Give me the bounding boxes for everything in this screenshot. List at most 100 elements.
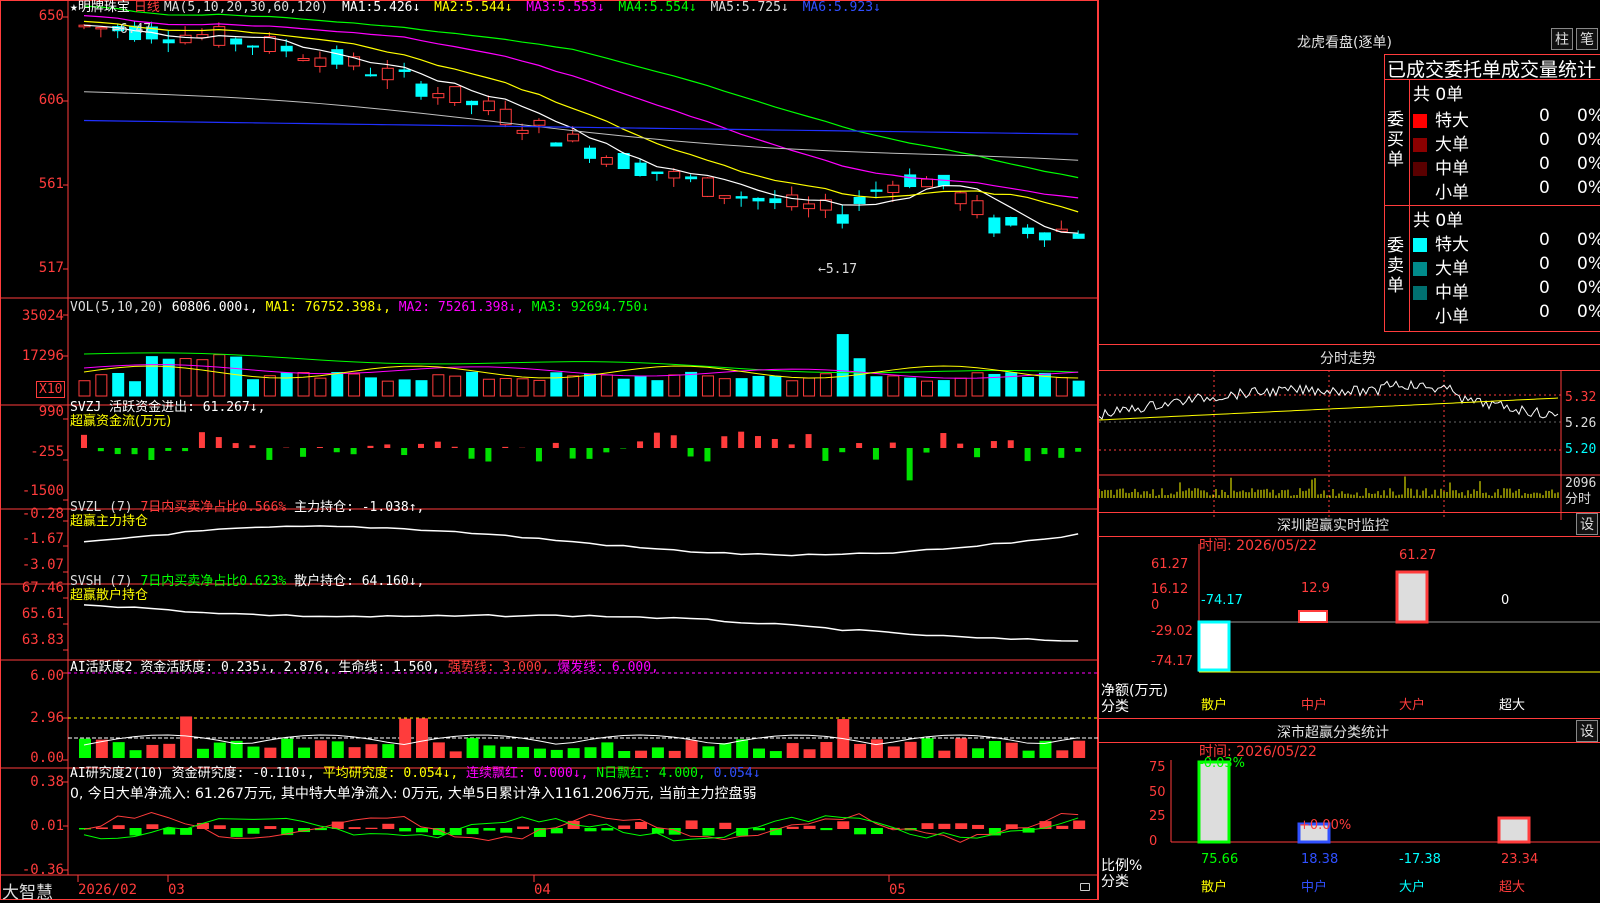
activity-bar	[736, 739, 748, 758]
ai-research-axis-label: -0.36	[2, 862, 64, 878]
fund-flow-bar	[1041, 448, 1047, 454]
classify-change-label: +0.00%	[1299, 818, 1351, 834]
svzl-axis-label: -0.28	[2, 506, 64, 522]
candle-body	[450, 87, 461, 103]
price-axis-label: 606	[2, 92, 64, 108]
research-bar	[248, 828, 260, 834]
research-bar	[871, 828, 883, 834]
fund-flow-bar	[957, 444, 963, 448]
ma2-label: MA2:	[434, 0, 465, 15]
volume-bar	[113, 373, 124, 396]
fund-flow-bar	[250, 445, 256, 448]
research-bar	[264, 826, 276, 829]
candle-body	[753, 198, 764, 200]
candle-body	[871, 190, 882, 191]
volume-bar	[551, 373, 562, 396]
main-chart-area[interactable]: ★明牌珠宝日线MA(5,10,20,30,60,120) MA1:5.426↓ …	[0, 0, 1098, 900]
volume-bar	[79, 381, 90, 396]
intraday-chart-svg[interactable]	[1099, 370, 1600, 520]
vol-ma2: MA2: 75261.398↓,	[399, 300, 524, 315]
classify-value-label: -17.38	[1399, 852, 1441, 868]
fund-flow-bar	[991, 441, 997, 448]
fund-flow-bar	[485, 448, 491, 461]
volume-bar	[585, 374, 596, 396]
candle-body	[635, 163, 646, 175]
fund-flow-bar	[974, 448, 980, 457]
fund-flow-bar	[199, 432, 205, 448]
activity-bar	[483, 745, 495, 758]
activity-bar	[618, 751, 630, 758]
fund-flow-bar	[233, 443, 239, 448]
activity-bar	[467, 738, 479, 758]
ma3-label: MA3:	[526, 0, 557, 15]
bar-mode-button[interactable]: 柱	[1551, 28, 1573, 50]
fund-flow-bar	[772, 439, 778, 448]
candle-body	[770, 199, 781, 203]
svsh-ratio: 7日内买卖净占比0.623%	[140, 574, 286, 589]
svzl-position: 主力持仓: -1.038↑,	[294, 500, 424, 515]
ai-research-red: 连续飘红: 0.000↓,	[466, 766, 588, 781]
volume-bar	[399, 380, 410, 396]
ai-active-axis-label: 2.96	[2, 710, 64, 726]
svsh-position: 散户持仓: 64.160↓,	[294, 574, 424, 589]
lock-icon[interactable]	[1080, 883, 1090, 891]
classify-settings-button[interactable]: 设	[1576, 720, 1598, 742]
volume-bar	[483, 379, 494, 396]
sell-order-count: 0	[1539, 230, 1550, 250]
intraday-vol-top: 2096	[1565, 476, 1596, 492]
fund-flow-bar	[1025, 448, 1031, 461]
candle-body	[180, 35, 191, 42]
period-label[interactable]: 日线	[134, 0, 160, 15]
ai-research-nred: N日飘红: 4.000,	[596, 766, 705, 781]
sell-order-name: 特大	[1435, 235, 1469, 255]
sell-order-percent: 0%	[1577, 254, 1600, 274]
candle-body	[854, 197, 865, 203]
candle-body	[1039, 233, 1050, 240]
fund-flow-bar	[367, 446, 373, 448]
svzl-subtitle: 超赢主力持仓	[70, 514, 148, 530]
stock-name[interactable]: ★明牌珠宝	[70, 0, 130, 15]
volume-bar	[972, 373, 983, 396]
fund-flow-bar	[789, 444, 795, 448]
activity-bar	[264, 748, 276, 758]
ma-line	[84, 25, 1078, 233]
research-bar	[483, 828, 495, 831]
intraday-axis-label: 5.20	[1565, 442, 1596, 458]
volume-bar	[938, 381, 949, 396]
tick-mode-button[interactable]: 笔	[1576, 28, 1598, 50]
buy-order-count: 0	[1539, 178, 1550, 198]
realtime-settings-button[interactable]: 设	[1576, 513, 1598, 535]
candle-body	[601, 158, 612, 165]
volume-bar	[349, 374, 360, 396]
dragon-tiger-title: 龙虎看盘(逐单)	[1297, 32, 1392, 52]
dragon-tiger-tabs[interactable]: 已成交委托单成交量统计	[1387, 55, 1599, 82]
research-bar	[214, 825, 226, 829]
ma-line	[84, 6, 1078, 178]
classify-axis-label: 50	[1149, 785, 1166, 801]
ai-active-strong: 强势线: 3.000,	[448, 660, 550, 675]
classify-value-label: 23.34	[1501, 852, 1538, 868]
fund-flow-bar	[1008, 440, 1014, 448]
candle-body	[702, 178, 713, 196]
candle-body	[332, 50, 343, 65]
fund-flow-bar	[384, 444, 390, 448]
volume-bar	[652, 381, 663, 396]
fund-flow-bar	[755, 436, 761, 448]
research-bar	[130, 828, 142, 835]
kline-chart-svg[interactable]	[0, 0, 1098, 900]
buy-order-name: 小单	[1435, 183, 1469, 203]
activity-bar	[568, 748, 580, 758]
buy-order-percent: 0%	[1577, 130, 1600, 150]
fund-flow-bar	[806, 434, 812, 448]
sell-order-name: 中单	[1435, 283, 1469, 303]
candle-body	[719, 196, 730, 199]
research-bar	[753, 828, 765, 830]
sell-order-row: 小单	[1413, 302, 1469, 327]
research-bar	[787, 827, 799, 829]
activity-bar	[197, 749, 209, 758]
ma5-value: 5.725↓	[742, 0, 789, 15]
svzl-axis-label: -1.67	[2, 531, 64, 547]
realtime-xlabel: 分类	[1101, 699, 1129, 715]
classify-category-label: 散户	[1201, 880, 1227, 896]
ma4-value: 5.554↓	[650, 0, 697, 15]
